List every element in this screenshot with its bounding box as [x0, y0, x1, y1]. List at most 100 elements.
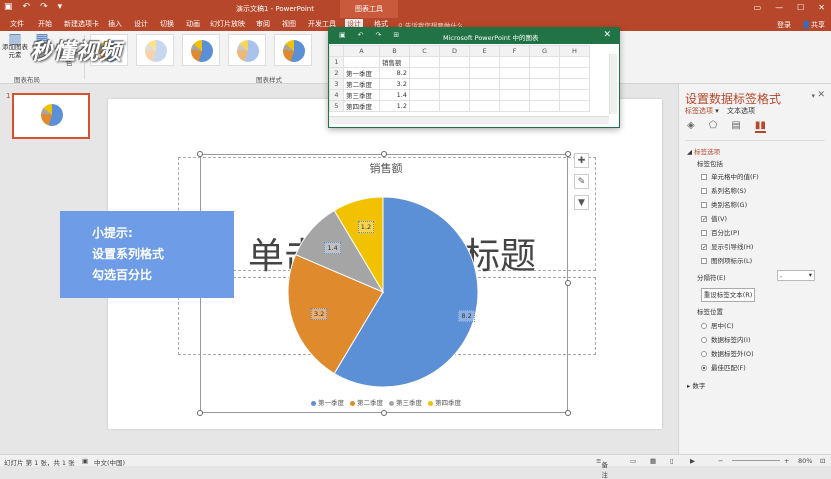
- radio-button[interactable]: [701, 351, 707, 357]
- column-header[interactable]: E: [469, 45, 500, 57]
- cell-empty[interactable]: [529, 78, 560, 90]
- fit-slide-icon[interactable]: ⊡: [820, 457, 825, 465]
- legend-entry-1[interactable]: 第二季度: [350, 397, 383, 407]
- data-label-0[interactable]: 8.2: [458, 309, 475, 322]
- vertical-scrollbar[interactable]: [609, 54, 617, 114]
- checkbox[interactable]: [701, 174, 707, 180]
- label-option-3[interactable]: ✓ 值(V): [701, 213, 727, 223]
- cell-a[interactable]: 第二季度: [343, 78, 380, 90]
- reset-label-text-button[interactable]: 重设标签文本(R): [701, 288, 755, 302]
- row-header[interactable]: 1: [329, 56, 344, 68]
- tab-label-options[interactable]: 标签选项: [685, 107, 713, 115]
- column-header[interactable]: B: [379, 45, 410, 57]
- tab-0[interactable]: 文件: [8, 19, 26, 30]
- cell-empty[interactable]: [559, 56, 590, 68]
- tab-2[interactable]: 新建选项卡: [62, 19, 101, 30]
- tab-7[interactable]: 幻灯片放映: [208, 19, 247, 30]
- resize-handle[interactable]: [197, 410, 203, 416]
- cell-empty[interactable]: [559, 100, 590, 112]
- slide-thumbnail-1[interactable]: [12, 93, 90, 139]
- position-option-1[interactable]: 数据标签内(I): [701, 334, 751, 344]
- ribbon-display-icon[interactable]: ▭: [754, 3, 762, 12]
- cell-empty[interactable]: [439, 100, 470, 112]
- pane-options-dropdown-icon[interactable]: ▾: [811, 92, 815, 100]
- resize-handle[interactable]: [565, 410, 571, 416]
- chart-style-3[interactable]: [182, 34, 220, 66]
- label-option-2[interactable]: 类别名称(G): [701, 199, 747, 209]
- resize-handle[interactable]: [381, 151, 387, 157]
- data-label-1[interactable]: 3.2: [310, 308, 328, 321]
- tab-text-options[interactable]: 文本选项: [727, 107, 755, 115]
- position-option-0[interactable]: 居中(C): [701, 320, 734, 330]
- fill-line-icon[interactable]: ◈: [687, 120, 695, 133]
- cell-empty[interactable]: [499, 67, 530, 79]
- row-header[interactable]: 3: [329, 78, 344, 90]
- cell-empty[interactable]: [439, 78, 470, 90]
- close-icon[interactable]: ✕: [817, 90, 825, 100]
- tab-5[interactable]: 切换: [158, 19, 176, 30]
- cell-empty[interactable]: [439, 89, 470, 101]
- cell-a[interactable]: 第三季度: [343, 89, 380, 101]
- label-option-4[interactable]: 百分比(P): [701, 227, 740, 237]
- column-header[interactable]: D: [439, 45, 470, 57]
- cell-empty[interactable]: [469, 100, 500, 112]
- row-header[interactable]: 2: [329, 67, 344, 79]
- cell-a[interactable]: [343, 56, 380, 68]
- reading-view-icon[interactable]: ▯: [670, 457, 674, 465]
- column-header[interactable]: G: [529, 45, 560, 57]
- cell-empty[interactable]: [529, 89, 560, 101]
- cell-b[interactable]: 1.2: [379, 100, 410, 112]
- resize-handle[interactable]: [565, 280, 571, 286]
- label-option-5[interactable]: ✓ 显示引导线(H): [701, 241, 753, 251]
- resize-handle[interactable]: [381, 410, 387, 416]
- tab-3[interactable]: 插入: [106, 19, 124, 30]
- zoom-slider[interactable]: [732, 460, 780, 461]
- spellcheck-icon[interactable]: ▣: [82, 457, 88, 465]
- cell-b[interactable]: 1.4: [379, 89, 410, 101]
- cell-empty[interactable]: [529, 56, 560, 68]
- cell-empty[interactable]: [469, 89, 500, 101]
- excel-data-window[interactable]: ▣ ↶ ↷ ⊞ Microsoft PowerPoint 中的图表 ✕ ABCD…: [328, 27, 620, 128]
- add-chart-element-button[interactable]: ▥ 添加图表元素: [2, 32, 28, 59]
- legend-entry-2[interactable]: 第三季度: [389, 397, 422, 407]
- zoom-in-icon[interactable]: +: [784, 457, 789, 465]
- undo-icon[interactable]: ↶: [23, 2, 31, 12]
- chart-styles-brush-icon[interactable]: ✎: [574, 174, 589, 189]
- edit-in-excel-icon[interactable]: ⊞: [393, 31, 399, 39]
- chart-elements-plus-icon[interactable]: ✚: [574, 153, 589, 168]
- data-label-3[interactable]: 1.2: [357, 221, 375, 234]
- section-number[interactable]: ▸ 数字: [687, 380, 705, 390]
- cell-empty[interactable]: [469, 67, 500, 79]
- cell-empty[interactable]: [439, 56, 470, 68]
- chart-style-5[interactable]: [274, 34, 312, 66]
- checkbox[interactable]: [701, 230, 707, 236]
- login-link[interactable]: 登录: [777, 20, 791, 30]
- chart-style-4[interactable]: [228, 34, 266, 66]
- label-options-icon[interactable]: ▮▮: [754, 120, 766, 133]
- redo-icon[interactable]: ↷: [376, 31, 382, 39]
- close-icon[interactable]: ✕: [818, 3, 825, 12]
- section-label-options[interactable]: ◢ 标签选项: [687, 146, 720, 156]
- cell-b[interactable]: 8.2: [379, 67, 410, 79]
- cell-empty[interactable]: [559, 89, 590, 101]
- label-option-0[interactable]: 单元格中的值(F): [701, 171, 759, 181]
- redo-icon[interactable]: ↷: [40, 2, 48, 12]
- cell-empty[interactable]: [409, 56, 440, 68]
- excel-grid[interactable]: A B C D E F G H 1 销售额 2 第一季度 8.2 3 第二季度 3.2 4 第三季度 1.4 5 第四季…: [329, 45, 590, 112]
- save-icon[interactable]: ▣: [4, 2, 13, 12]
- undo-icon[interactable]: ↶: [358, 31, 364, 39]
- column-header[interactable]: C: [409, 45, 440, 57]
- tab-8[interactable]: 审阅: [254, 19, 272, 30]
- radio-button[interactable]: [701, 323, 707, 329]
- minimize-icon[interactable]: —: [775, 3, 783, 12]
- cell-empty[interactable]: [409, 100, 440, 112]
- label-option-6[interactable]: 图例项标示(L): [701, 255, 752, 265]
- tab-6[interactable]: 动画: [184, 19, 202, 30]
- cell-empty[interactable]: [529, 100, 560, 112]
- normal-view-icon[interactable]: ▭: [630, 457, 636, 465]
- slideshow-icon[interactable]: ▶: [690, 457, 695, 465]
- cell-empty[interactable]: [529, 67, 560, 79]
- cell-a[interactable]: 第四季度: [343, 100, 380, 112]
- cell-empty[interactable]: [559, 78, 590, 90]
- position-option-3[interactable]: 最佳匹配(F): [701, 362, 746, 372]
